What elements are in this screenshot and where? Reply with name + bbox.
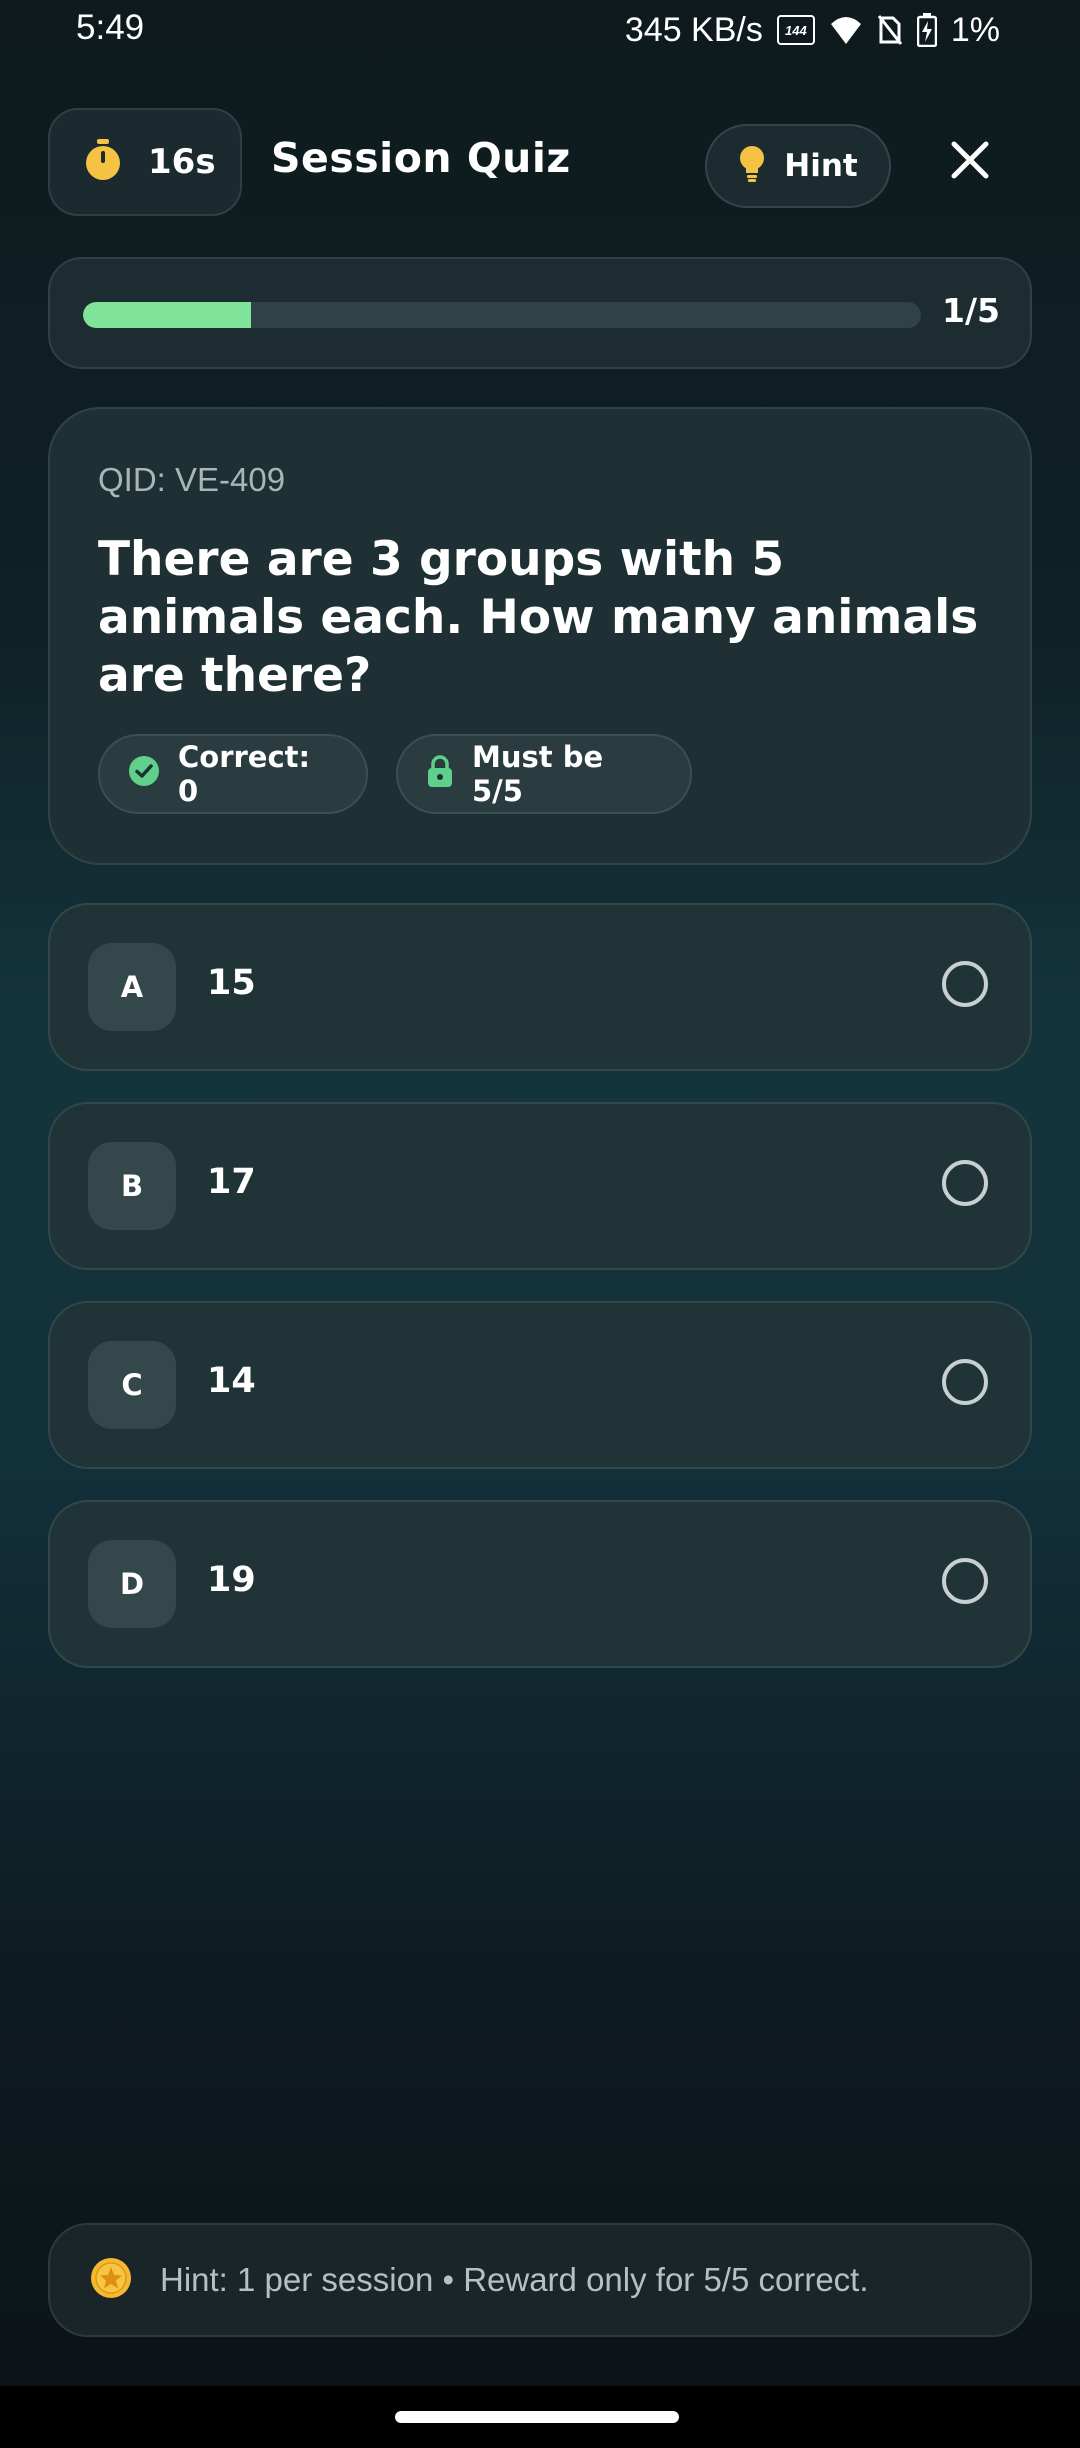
correct-count-chip: Correct: 0 bbox=[98, 734, 368, 814]
option-radio[interactable] bbox=[942, 1359, 988, 1405]
correct-count-label: Correct: 0 bbox=[178, 740, 311, 808]
hint-button[interactable]: Hint bbox=[705, 124, 891, 208]
timer-value: 16s bbox=[148, 142, 216, 182]
navigation-bar bbox=[0, 2386, 1080, 2448]
close-icon bbox=[950, 140, 990, 184]
status-bar: 5:49 345 KB/s 144 1% bbox=[0, 0, 1080, 60]
progress-card: 1/5 bbox=[48, 257, 1032, 369]
option-d[interactable]: D 19 bbox=[48, 1500, 1032, 1668]
progress-text: 1/5 bbox=[942, 291, 1000, 330]
question-text: There are 3 groups with 5 animals each. … bbox=[98, 532, 979, 703]
option-letter: C bbox=[88, 1341, 176, 1429]
battery-icon bbox=[916, 13, 937, 47]
page-title: Session Quiz bbox=[271, 134, 571, 182]
option-radio[interactable] bbox=[942, 961, 988, 1007]
progress-fill bbox=[83, 302, 251, 328]
coin-star-icon bbox=[90, 2257, 132, 2303]
option-text: 14 bbox=[207, 1361, 256, 1401]
option-c[interactable]: C 14 bbox=[48, 1301, 1032, 1469]
option-letter: D bbox=[88, 1540, 176, 1628]
check-circle-icon bbox=[128, 755, 160, 794]
no-sim-icon bbox=[877, 14, 903, 46]
hint-button-label: Hint bbox=[784, 148, 858, 184]
stopwatch-icon bbox=[84, 139, 122, 185]
wifi-icon bbox=[829, 14, 863, 46]
option-text: 15 bbox=[207, 963, 256, 1003]
refresh-rate-icon: 144 bbox=[776, 15, 815, 45]
question-id: QID: VE-409 bbox=[98, 461, 286, 498]
home-indicator[interactable] bbox=[395, 2411, 679, 2423]
option-letter: A bbox=[88, 943, 176, 1031]
option-a[interactable]: A 15 bbox=[48, 903, 1032, 1071]
network-speed: 345 KB/s bbox=[624, 10, 763, 49]
status-time: 5:49 bbox=[76, 8, 145, 47]
option-radio[interactable] bbox=[942, 1558, 988, 1604]
close-button[interactable] bbox=[940, 132, 1000, 192]
battery-level: 1% bbox=[950, 10, 1000, 49]
footer-hint-text: Hint: 1 per session • Reward only for 5/… bbox=[160, 2261, 869, 2298]
progress-track bbox=[83, 302, 921, 328]
lock-icon bbox=[426, 754, 454, 795]
footer-hint-banner: Hint: 1 per session • Reward only for 5/… bbox=[48, 2223, 1032, 2337]
question-card: QID: VE-409 There are 3 groups with 5 an… bbox=[48, 407, 1032, 865]
option-text: 17 bbox=[207, 1162, 256, 1202]
timer-pill: 16s bbox=[48, 108, 242, 216]
option-letter: B bbox=[88, 1142, 176, 1230]
requirement-chip: Must be 5/5 bbox=[396, 734, 692, 814]
option-b[interactable]: B 17 bbox=[48, 1102, 1032, 1270]
option-radio[interactable] bbox=[942, 1160, 988, 1206]
lightbulb-icon bbox=[738, 145, 766, 187]
option-text: 19 bbox=[207, 1560, 256, 1600]
requirement-label: Must be 5/5 bbox=[472, 740, 604, 808]
status-icons: 345 KB/s 144 1% bbox=[625, 6, 1000, 54]
